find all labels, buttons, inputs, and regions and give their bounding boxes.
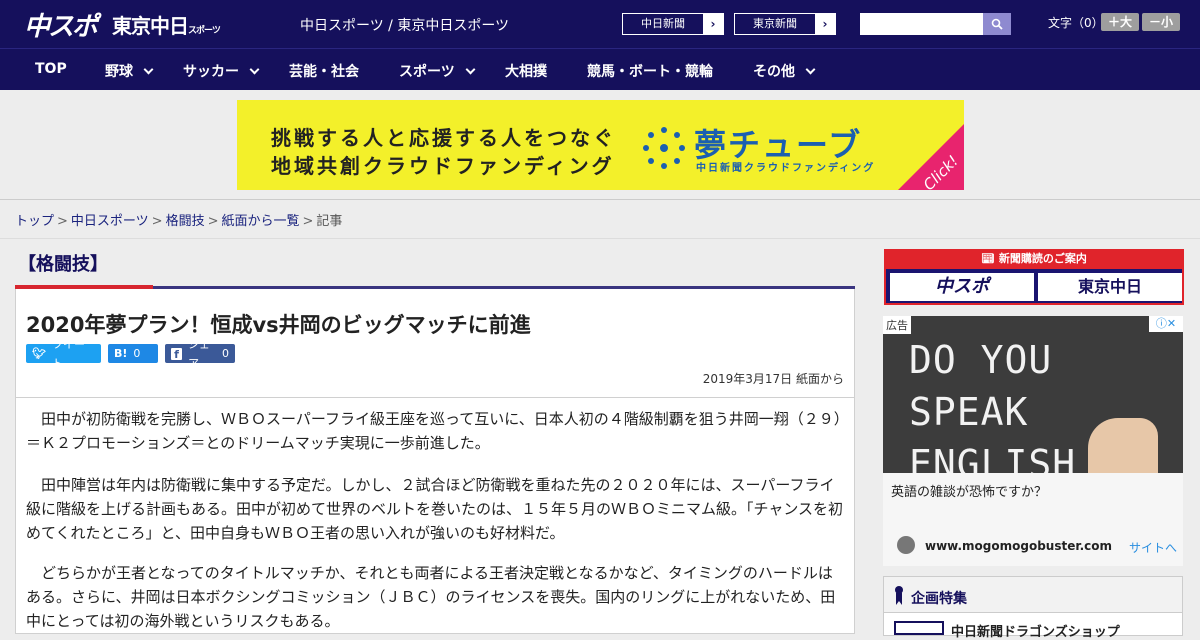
category-label: 【格闘技】 (18, 254, 108, 275)
ad-visit-link[interactable]: サイトへ (1129, 539, 1177, 556)
main-nav: TOP 野球 サッカー 芸能・社会 スポーツ 大相撲 競馬・ボート・競輪 その他 (0, 48, 1200, 90)
article-paragraph: どちらかが王者となってのタイトルマッチか、それとも両者による王者決定戦となるかな… (26, 564, 836, 630)
twitter-icon: 🐦︎ (32, 347, 46, 360)
nav-label: スポーツ (399, 64, 455, 80)
breadcrumb-separator: > (302, 214, 314, 229)
ad-image[interactable]: DO YOU SPEAK ENGLISH ? 広告 ⓘ✕ (883, 316, 1183, 473)
ad-tag: 広告 (883, 316, 911, 334)
tweet-label: ツイート (51, 337, 85, 370)
site-title-link[interactable]: 中日スポーツ / 東京中日スポーツ (300, 15, 509, 35)
chevron-down-icon (805, 64, 816, 75)
tokyo-chunichi-logo: 東京中日 (1038, 273, 1182, 301)
category-header: 【格闘技】 (15, 248, 855, 290)
breadcrumb-shimen-list[interactable]: 紙面から一覧 (222, 214, 300, 229)
facebook-count: 0 (222, 347, 229, 360)
feature-item-link[interactable]: 中日新聞ドラゴンズショップ (951, 621, 1120, 640)
ad-banner-area: 挑戦する人と応援する人をつなぐ 地域共創クラウドファンディング 夢チューブ 中日… (0, 90, 1200, 200)
nav-label: TOP (35, 61, 67, 77)
breadcrumb-chunichi-sports[interactable]: 中日スポーツ (71, 214, 149, 229)
ribbon-icon (895, 586, 903, 605)
ad-chalk-line1: DO YOU SPEAK (909, 338, 1053, 434)
breadcrumb-separator: > (207, 214, 219, 229)
breadcrumb-top[interactable]: トップ (15, 214, 54, 229)
chuspo-logo[interactable]: 中スポ (24, 6, 98, 43)
feature-item-thumbnail[interactable] (894, 621, 944, 635)
hatena-bookmark-button[interactable]: B! 0 (108, 344, 158, 363)
feature-header: 企画特集 (884, 577, 1182, 613)
tokyo-logo-sub: スポーツ (188, 26, 221, 36)
nav-item-entertainment[interactable]: 芸能・社会 (289, 61, 359, 81)
chuspo-logo: 中スポ (890, 273, 1034, 301)
hatena-icon: B! (114, 347, 128, 360)
search-icon (991, 18, 1003, 30)
chevron-down-icon (249, 64, 260, 75)
hand-illustration (1088, 418, 1158, 473)
banner-brand-sub: 中日新聞クラウドファンディング (696, 163, 876, 174)
subscription-title: 📰︎ 新聞購読のご案内 (884, 249, 1184, 269)
nav-item-other[interactable]: その他 (753, 61, 816, 81)
nav-item-sumo[interactable]: 大相撲 (505, 61, 547, 81)
facebook-icon: f (171, 347, 182, 361)
article-paragraph: 田中陣営は年内は防衛戦に集中する予定だ。しかし、２試合ほど防衛戦を重ねた先の２０… (26, 476, 844, 542)
facebook-share-button[interactable]: f シェア 0 (165, 338, 235, 370)
facebook-share-label: シェア (187, 337, 210, 370)
chunichi-shinbun-link[interactable]: 中日新聞 › (622, 13, 724, 35)
font-size-down-button[interactable]: －小 (1142, 13, 1180, 31)
chevron-down-icon (465, 64, 476, 75)
nav-item-baseball[interactable]: 野球 (105, 61, 154, 81)
tokyo-chunichi-logo[interactable]: 東京中日スポーツ (112, 10, 221, 39)
feature-title: 企画特集 (911, 591, 967, 607)
tokyo-shinbun-link[interactable]: 東京新聞 › (734, 13, 836, 35)
adchoices-icon[interactable]: ⓘ✕ (1149, 316, 1183, 332)
nav-label: その他 (753, 64, 795, 80)
nav-item-soccer[interactable]: サッカー (183, 61, 260, 81)
globe-icon (897, 536, 915, 554)
nav-label: 野球 (105, 64, 133, 80)
newspaper-icon: 📰︎ (981, 252, 999, 265)
tokyo-shinbun-label: 東京新聞 (753, 17, 797, 30)
search-input[interactable] (860, 13, 984, 35)
header-bar: 中スポ 東京中日スポーツ 中日スポーツ / 東京中日スポーツ 中日新聞 › 東京… (0, 0, 1200, 48)
breadcrumb-separator: > (57, 214, 68, 229)
divider (16, 397, 854, 398)
nav-label: 大相撲 (505, 64, 547, 80)
breadcrumb-current: 記事 (316, 214, 343, 229)
chunichi-shinbun-label: 中日新聞 (641, 17, 685, 30)
nav-label: 競馬・ボート・競輪 (587, 64, 713, 80)
tokyo-logo-text: 東京中日 (112, 14, 189, 38)
ad-headline[interactable]: 英語の雑談が恐怖ですか？ (891, 481, 1047, 500)
nav-item-top[interactable]: TOP (35, 61, 67, 77)
chevron-right-icon: › (703, 14, 723, 34)
ad-site-url: www.mogomogobuster.com (925, 539, 1112, 553)
nav-item-sports[interactable]: スポーツ (399, 61, 476, 81)
dots-circle-icon (643, 127, 685, 169)
nav-label: 芸能・社会 (289, 64, 359, 80)
article-paragraph: 田中が初防衛戦を完勝し、ＷＢＯスーパーフライ級王座を巡って互いに、日本人初の４階… (26, 410, 842, 452)
article-title: 2020年夢プラン！恒成vs井岡のビッグマッチに前進 (26, 313, 531, 337)
article-date: 2019年3月17日 紙面から (702, 372, 844, 386)
breadcrumb: トップ > 中日スポーツ > 格闘技 > 紙面から一覧 > 記事 (15, 210, 342, 229)
breadcrumb-separator: > (151, 214, 163, 229)
nav-item-keiba[interactable]: 競馬・ボート・競輪 (587, 61, 713, 81)
breadcrumb-kakutogi[interactable]: 格闘技 (166, 214, 205, 229)
article: 2020年夢プラン！恒成vs井岡のビッグマッチに前進 🐦︎ ツイート B! 0 … (15, 289, 855, 634)
search-button[interactable] (983, 13, 1011, 35)
banner-line2: 地域共創クラウドファンディング (271, 154, 615, 178)
divider (0, 238, 1200, 239)
banner-line1: 挑戦する人と応援する人をつなぐ (271, 126, 616, 150)
nav-label: サッカー (183, 64, 239, 80)
hatena-count: 0 (133, 347, 141, 360)
subscription-title-text: 新聞購読のご案内 (998, 252, 1087, 265)
tweet-button[interactable]: 🐦︎ ツイート (26, 338, 101, 370)
font-size-label: 文字（0） (1048, 16, 1104, 30)
sidebar-ad[interactable]: DO YOU SPEAK ENGLISH ? 広告 ⓘ✕ 英語の雑談が恐怖ですか？… (883, 316, 1183, 566)
feature-box: 企画特集 中日新聞ドラゴンズショップ (883, 576, 1183, 640)
font-size-up-button[interactable]: ＋大 (1101, 13, 1139, 31)
chevron-down-icon (143, 64, 154, 75)
chevron-right-icon: › (815, 14, 835, 34)
yume-tube-banner[interactable]: 挑戦する人と応援する人をつなぐ 地域共創クラウドファンディング 夢チューブ 中日… (237, 100, 964, 190)
